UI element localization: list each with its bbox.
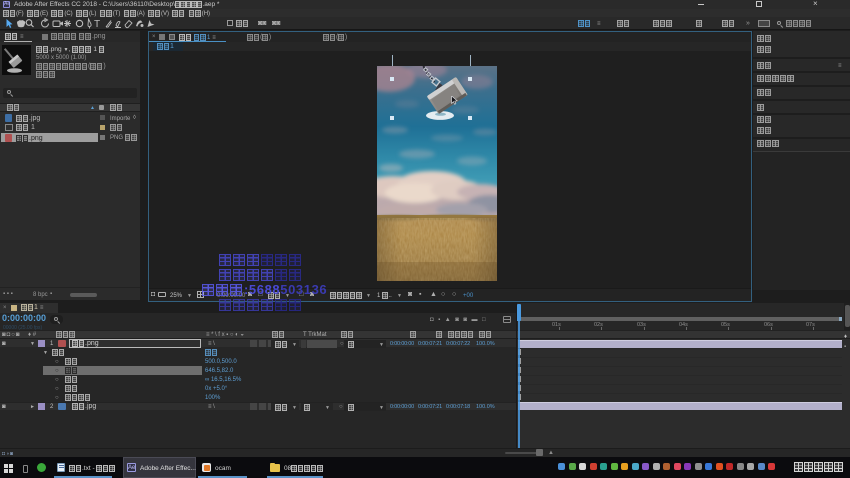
svg-text:T: T [94, 19, 100, 30]
